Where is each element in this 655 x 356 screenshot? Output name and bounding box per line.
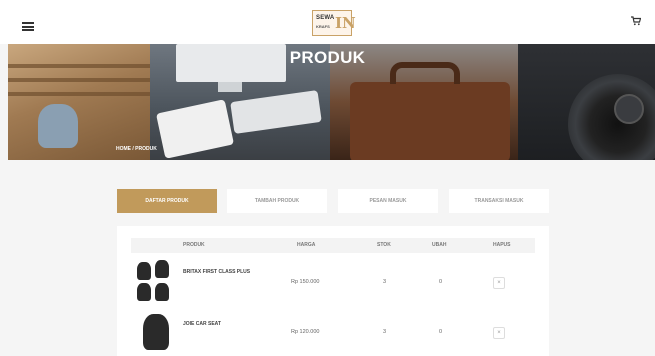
logo-mark: IN — [335, 14, 356, 32]
product-name: BRITAX FIRST CLASS PLUS — [183, 269, 251, 275]
product-price: Rp 120.000 — [291, 329, 320, 335]
table-header: PRODUK HARGA STOK UBAH HAPUS — [131, 238, 535, 253]
product-stock: 3 — [383, 329, 387, 335]
tab-tambah-produk[interactable]: TAMBAH PRODUK — [227, 189, 327, 213]
tab-pesan-masuk[interactable]: PESAN MASUK — [338, 189, 438, 213]
menu-icon[interactable] — [22, 22, 34, 31]
column-header-produk: PRODUK — [183, 242, 205, 248]
logo-text-line2: KRAFS — [316, 24, 330, 29]
tab-daftar-produk[interactable]: DAFTAR PRODUK — [117, 189, 217, 213]
logo-text-line1: SEWA — [316, 15, 335, 21]
product-stock: 3 — [383, 279, 387, 285]
edit-button[interactable]: 0 — [439, 329, 442, 335]
column-header-harga: HARGA — [297, 242, 316, 248]
breadcrumb[interactable]: HOME / PRODUK — [116, 146, 157, 152]
edit-button[interactable]: 0 — [439, 279, 442, 285]
tab-transaksi-masuk[interactable]: TRANSAKSI MASUK — [449, 189, 549, 213]
column-header-hapus: HAPUS — [493, 242, 511, 248]
product-name: JOIE CAR SEAT — [183, 321, 221, 327]
page-title: PRODUK — [289, 48, 366, 67]
delete-button[interactable]: × — [493, 277, 505, 289]
product-image — [135, 312, 177, 354]
top-navbar: SEWA KRAFS IN — [0, 0, 655, 44]
cart-icon[interactable] — [631, 16, 641, 26]
column-header-stok: STOK — [377, 242, 391, 248]
product-image — [135, 260, 177, 302]
table-row: JOIE CAR SEAT Rp 120.000 3 0 × — [131, 312, 535, 356]
product-price: Rp 150.000 — [291, 279, 320, 285]
table-row: BRITAX FIRST CLASS PLUS Rp 150.000 3 0 × — [131, 260, 535, 308]
site-logo[interactable]: SEWA KRAFS IN — [312, 10, 356, 36]
delete-button[interactable]: × — [493, 327, 505, 339]
column-header-ubah: UBAH — [432, 242, 447, 248]
product-table: PRODUK HARGA STOK UBAH HAPUS BRITAX FIRS… — [117, 226, 549, 356]
